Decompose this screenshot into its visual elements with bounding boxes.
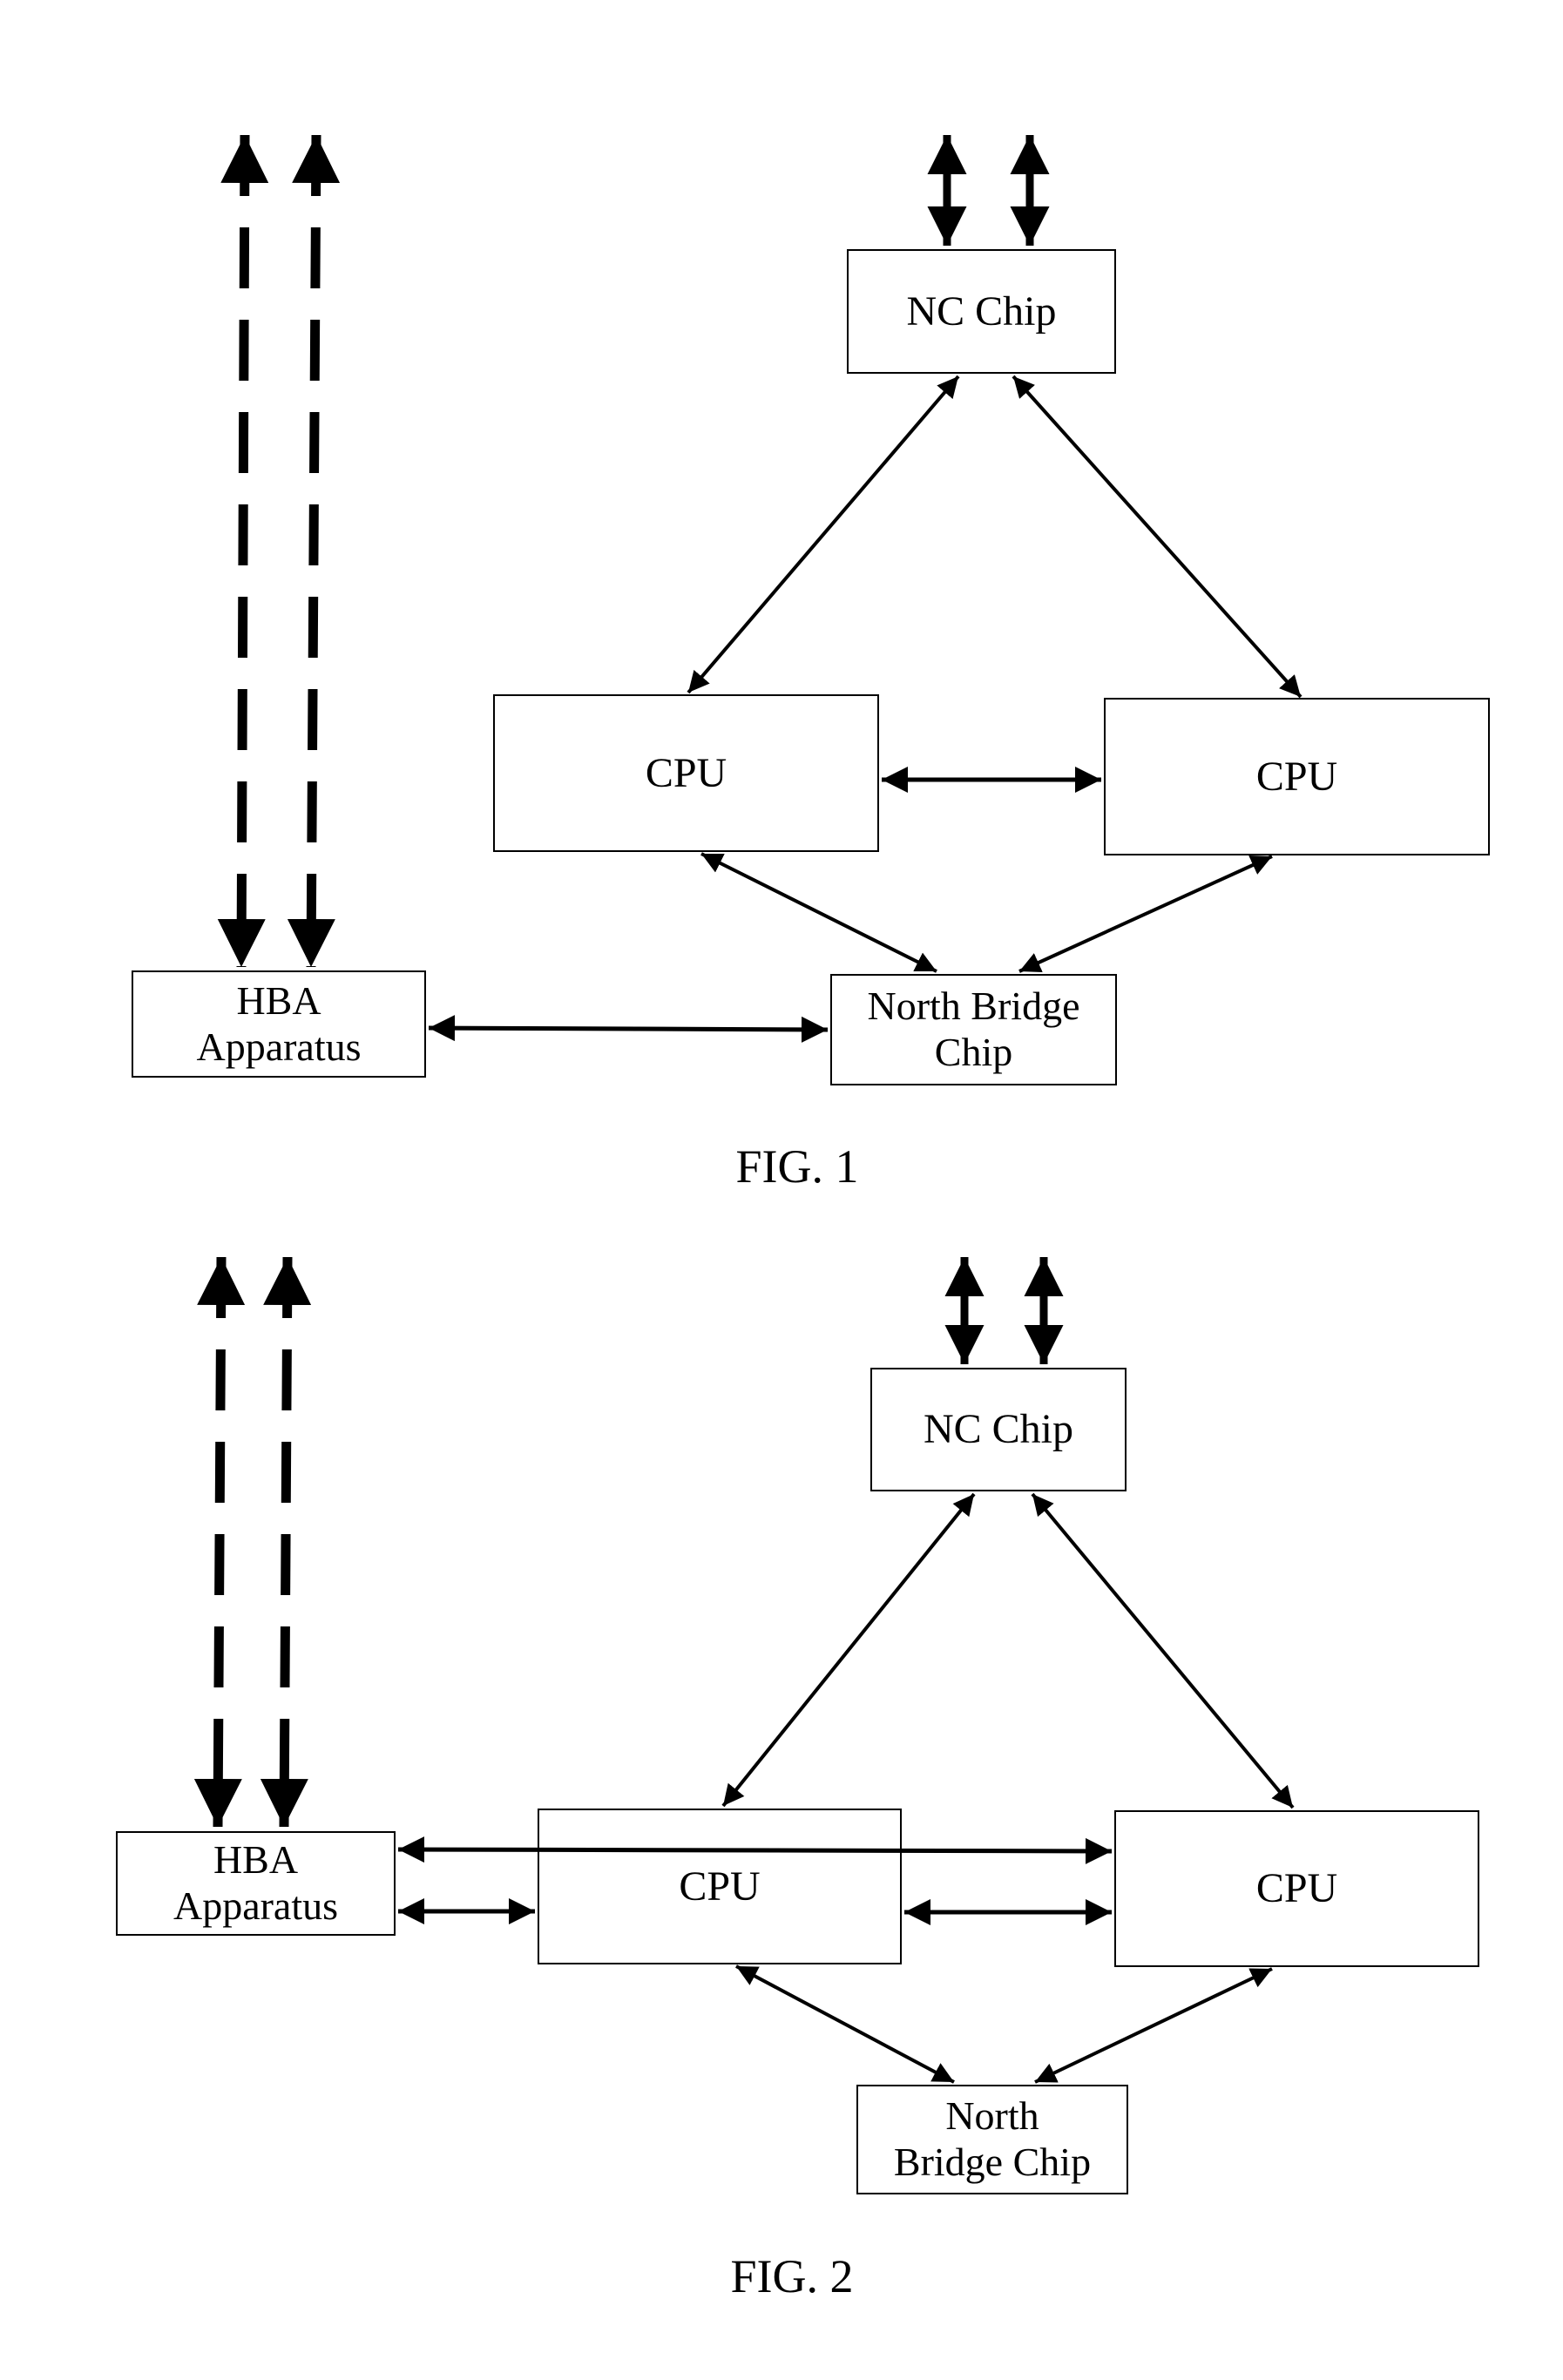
fig1-cpu-right-label: CPU	[1255, 753, 1338, 800]
fig2-hba-label-line1: HBA	[213, 1837, 299, 1883]
fig1-link-nc-cpu-left	[687, 375, 960, 694]
fig2-caption: FIG. 2	[730, 2250, 854, 2302]
fig2-north-bridge-chip: North Bridge Chip	[856, 2085, 1128, 2194]
fig2-cpu-left: CPU	[538, 1809, 902, 1964]
fig2-hba-external-link-2	[260, 1256, 312, 1828]
fig2-hba-label-line2: Apparatus	[173, 1883, 339, 1928]
fig2-link-nc-cpu-right	[1031, 1492, 1295, 1809]
fig1-nc-chip: NC Chip	[847, 249, 1116, 374]
fig2-link-nc-cpu-left	[721, 1492, 976, 1808]
fig1-cpu-left-label: CPU	[645, 749, 727, 796]
fig1-hba-external-link-1	[217, 134, 269, 968]
fig2-nc-chip-label: NC Chip	[923, 1406, 1074, 1453]
fig1-link-nc-cpu-right	[1012, 375, 1302, 699]
fig2-cpu-right-label: CPU	[1255, 1865, 1338, 1912]
fig1-link-cpu-right-nb	[1018, 855, 1273, 973]
fig1-hba-external-link-2	[287, 134, 341, 968]
fig1-cpu-left: CPU	[493, 694, 879, 852]
fig1-hba-label-line1: HBA	[236, 977, 321, 1023]
fig1-link-hba-nb	[428, 1015, 829, 1043]
fig2-cpu-left-label: CPU	[679, 1863, 761, 1910]
fig2-hba-external-link-1	[193, 1256, 246, 1828]
fig1-nc-chip-label: NC Chip	[906, 287, 1057, 335]
fig2-cpu-right: CPU	[1114, 1810, 1479, 1967]
fig2-nb-label-line1: North	[945, 2093, 1039, 2139]
fig1-hba-label-line2: Apparatus	[196, 1024, 362, 1069]
fig1-nb-label-line2: Chip	[934, 1030, 1013, 1074]
fig1-connections	[217, 134, 1302, 1043]
fig1-nb-label-line1: North Bridge	[867, 984, 1080, 1029]
fig1-north-bridge-chip: North Bridge Chip	[830, 974, 1117, 1085]
fig1-hba-apparatus: HBA Apparatus	[132, 970, 426, 1078]
fig2-nc-chip: NC Chip	[870, 1368, 1127, 1491]
fig1-cpu-right: CPU	[1104, 698, 1490, 855]
fig2-hba-apparatus: HBA Apparatus	[116, 1831, 396, 1936]
fig2-link-cpu-right-nb	[1034, 1967, 1273, 2084]
fig2-nb-label-line2: Bridge Chip	[893, 2140, 1092, 2184]
fig1-caption: FIG. 1	[735, 1140, 859, 1193]
fig1-link-cpu-left-nb	[700, 852, 937, 973]
fig2-link-cpu-left-nb	[735, 1964, 955, 2084]
